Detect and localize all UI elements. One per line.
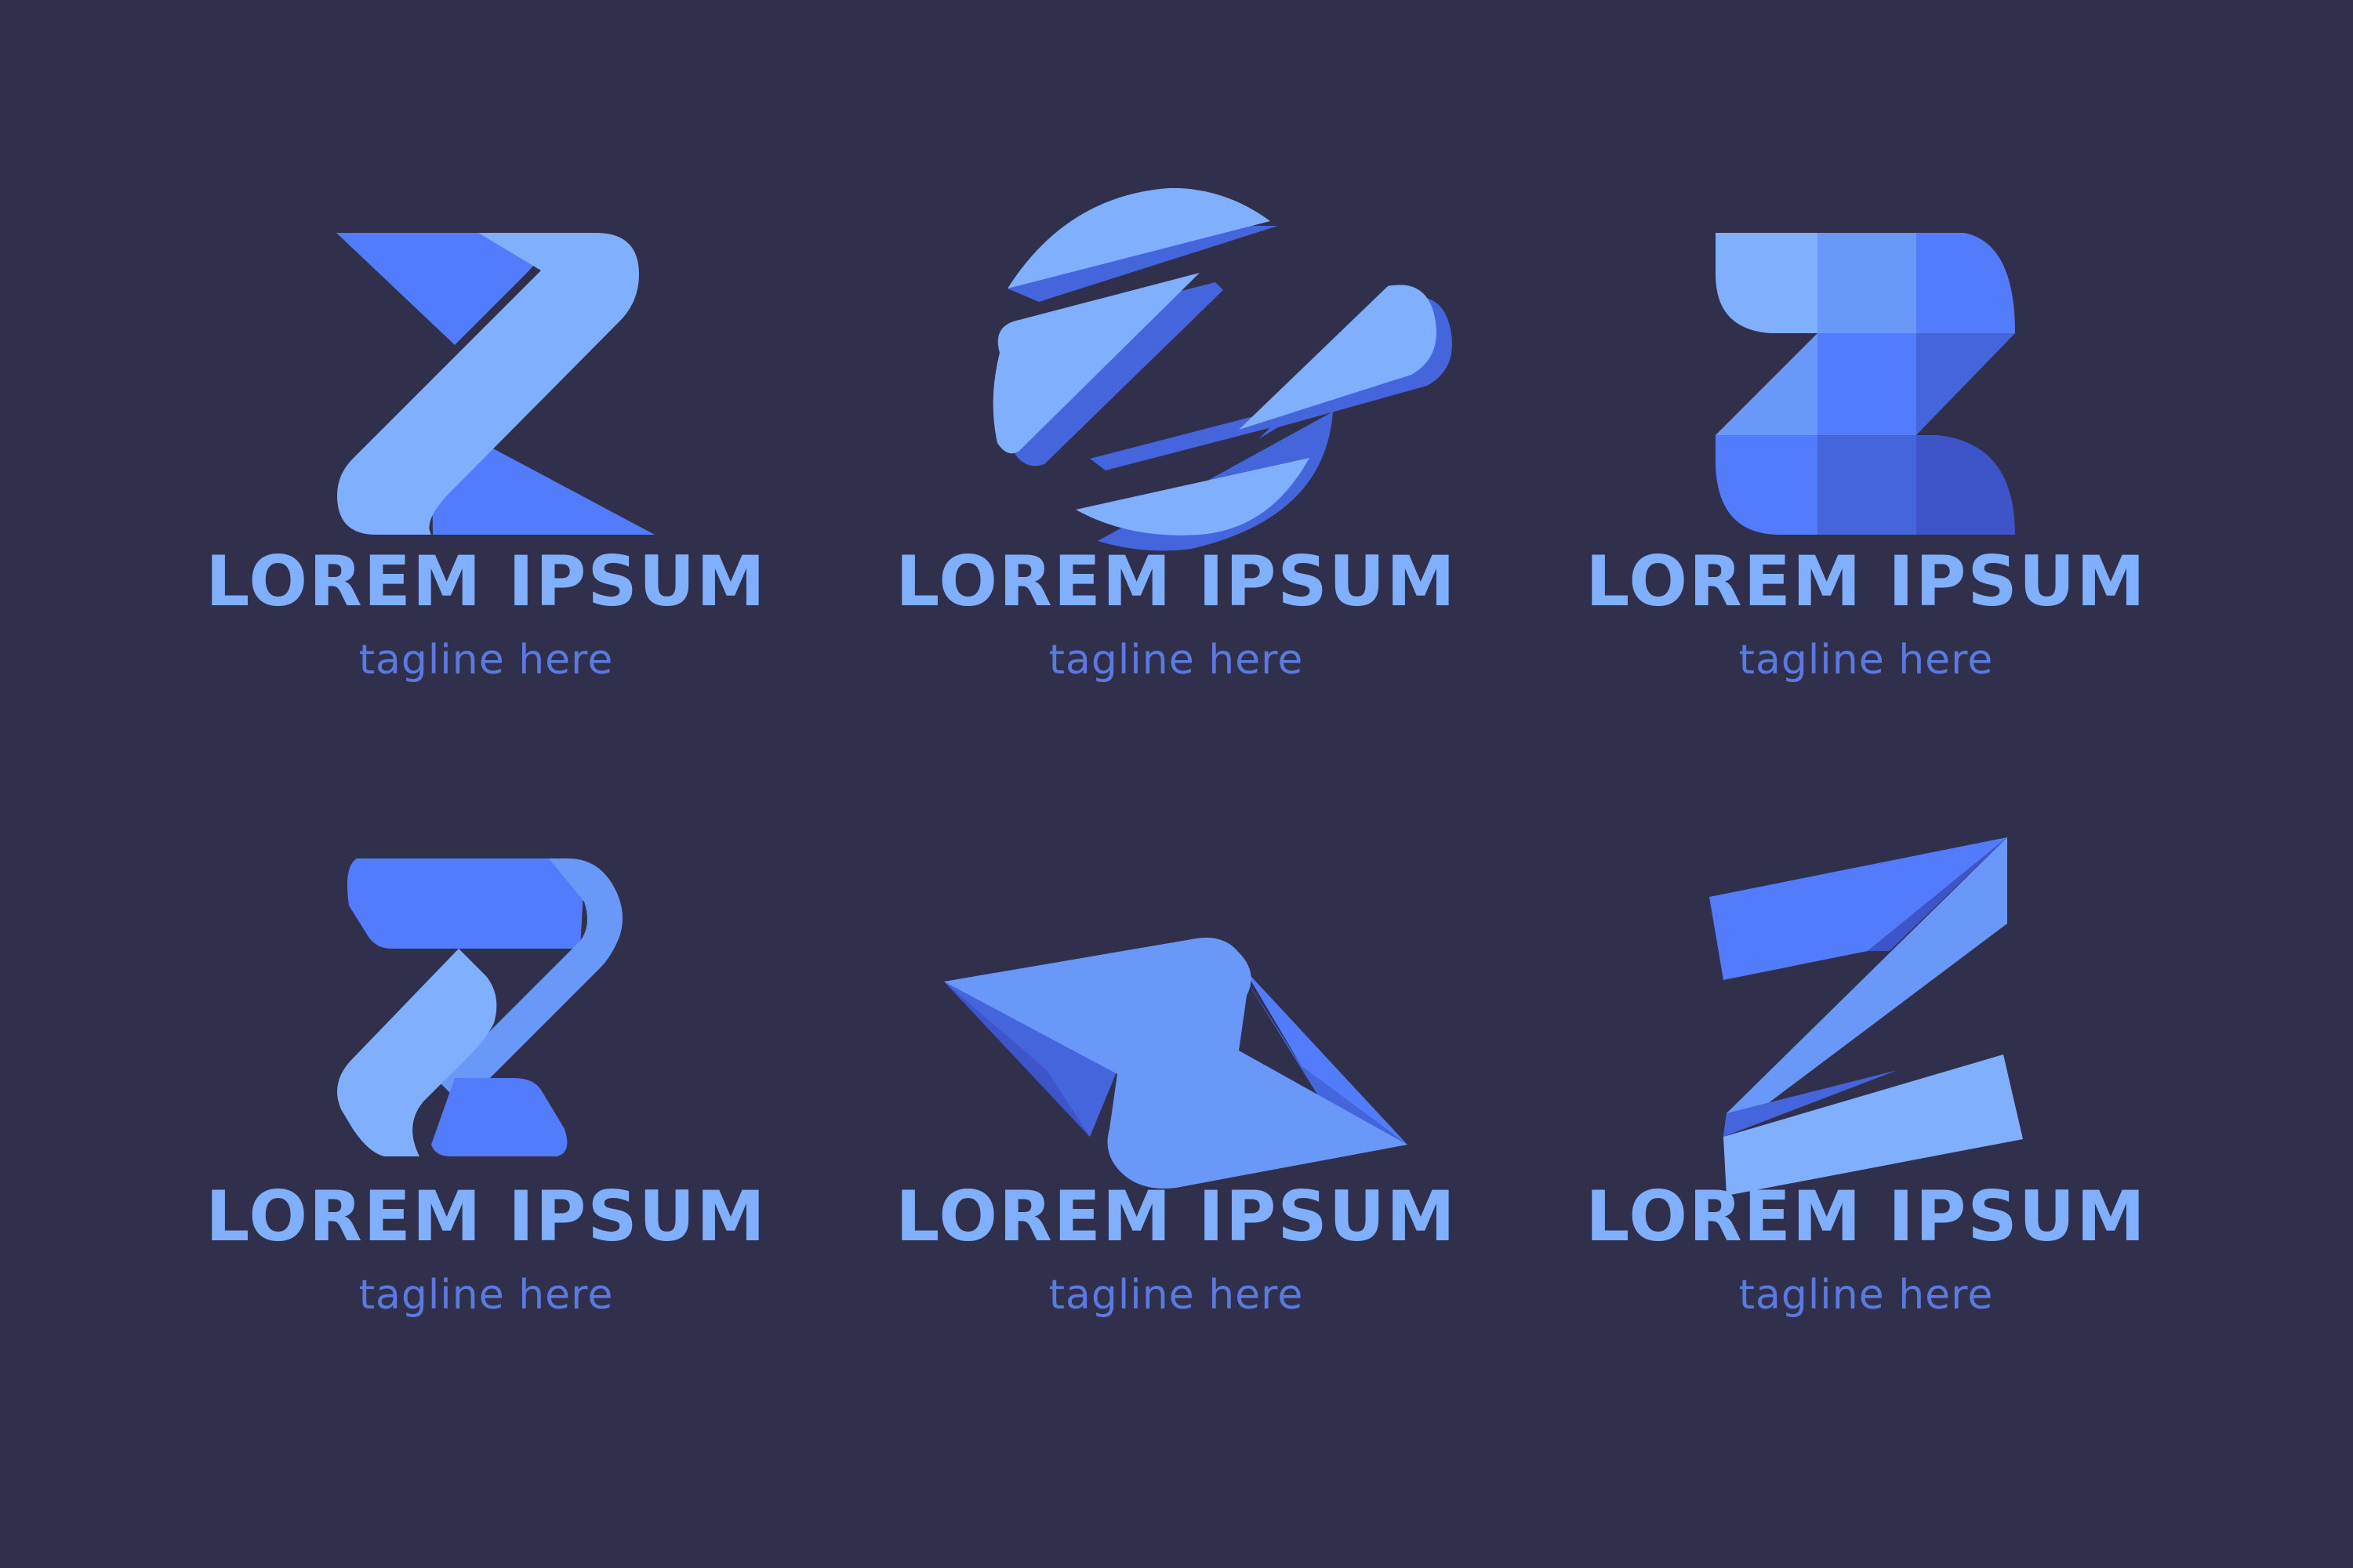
logo-card-5: LOREM IPSUM tagline here	[831, 808, 1521, 1419]
rounded-z-logo-icon	[337, 858, 623, 1156]
tagline: tagline here	[1048, 637, 1304, 684]
folded-z-logo-icon	[944, 938, 1407, 1189]
circle-z-logo-icon	[993, 187, 1452, 551]
tagline: tagline here	[1738, 637, 1994, 684]
ribbon-z-logo-icon	[336, 233, 655, 535]
logo-card-6: LOREM IPSUM tagline here	[1521, 808, 2211, 1419]
block-z-logo-icon	[1716, 233, 2015, 535]
brand-name: LOREM IPSUM	[895, 1176, 1457, 1257]
brand-name: LOREM IPSUM	[205, 1176, 767, 1257]
tagline: tagline here	[1738, 1272, 1994, 1319]
logo-card-2: LOREM IPSUM tagline here	[831, 172, 1521, 784]
logo-card-4: LOREM IPSUM tagline here	[141, 808, 831, 1419]
logo-card-3: LOREM IPSUM tagline here	[1521, 172, 2211, 784]
brand-name: LOREM IPSUM	[205, 541, 767, 622]
brand-name: LOREM IPSUM	[1585, 1176, 2147, 1257]
brand-name: LOREM IPSUM	[1585, 541, 2147, 622]
brand-name: LOREM IPSUM	[895, 541, 1457, 622]
paper-z-logo-icon	[1709, 837, 2023, 1196]
tagline: tagline here	[358, 637, 614, 684]
logo-collection: LOREM IPSUM tagline here LOREM IPSUM tag…	[0, 0, 2353, 1568]
tagline: tagline here	[1048, 1272, 1304, 1319]
tagline: tagline here	[358, 1272, 614, 1319]
logo-card-1: LOREM IPSUM tagline here	[141, 172, 831, 784]
